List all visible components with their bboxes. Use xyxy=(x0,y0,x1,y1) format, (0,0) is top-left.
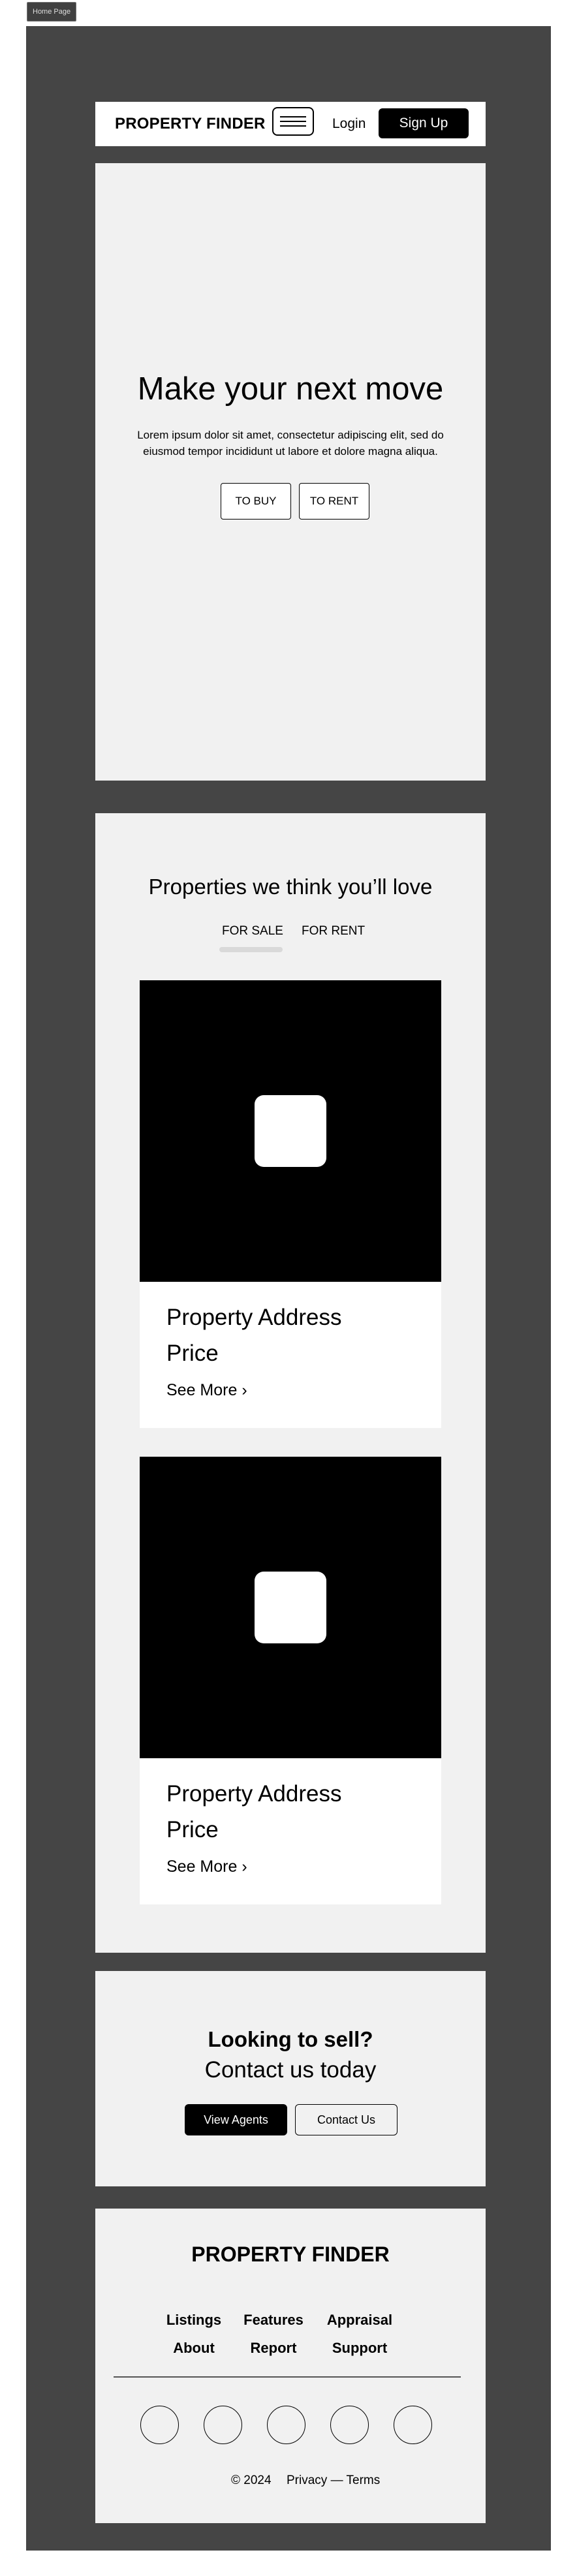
footer-link-listings[interactable]: Listings xyxy=(155,2312,233,2329)
to-rent-button[interactable]: TO RENT xyxy=(299,483,369,520)
property-card[interactable]: Property Address Price See More › xyxy=(140,980,441,1428)
logo[interactable]: PROPERTY FINDER xyxy=(115,115,266,133)
sell-section: Looking to sell? Contact us today View A… xyxy=(95,1971,486,2186)
signup-button[interactable]: Sign Up xyxy=(379,108,469,138)
menu-line xyxy=(280,121,306,122)
properties-title: Properties we think you’ll love xyxy=(148,875,433,899)
to-buy-button[interactable]: TO BUY xyxy=(221,483,291,520)
hamburger-menu-icon[interactable] xyxy=(272,107,314,136)
see-more-link[interactable]: See More › xyxy=(166,1381,247,1400)
site-footer: PROPERTY FINDER Listings Features Apprai… xyxy=(95,2209,486,2523)
social-icon[interactable] xyxy=(330,2406,369,2444)
view-agents-button[interactable]: View Agents xyxy=(185,2104,287,2135)
copyright: © 2024 xyxy=(231,2474,272,2487)
property-address: Property Address xyxy=(166,1305,342,1330)
menu-line xyxy=(280,116,306,117)
property-address: Property Address xyxy=(166,1781,342,1807)
image-placeholder-icon xyxy=(255,1095,326,1167)
sell-subtitle: Contact us today xyxy=(204,2057,377,2083)
site-header: PROPERTY FINDER Login Sign Up xyxy=(95,102,486,146)
property-price: Price xyxy=(166,1817,219,1842)
footer-link-appraisal[interactable]: Appraisal xyxy=(320,2312,399,2329)
page-tag: Home Page xyxy=(27,2,77,22)
footer-link-report[interactable]: Report xyxy=(234,2340,313,2357)
property-image[interactable] xyxy=(140,1457,441,1758)
property-price: Price xyxy=(166,1341,219,1366)
contact-us-button[interactable]: Contact Us xyxy=(295,2104,398,2135)
hero-section: Make your next move Lorem ipsum dolor si… xyxy=(95,163,486,781)
image-placeholder-icon xyxy=(255,1572,326,1643)
legal-links[interactable]: Privacy — Terms xyxy=(287,2474,380,2488)
social-icon[interactable] xyxy=(394,2406,432,2444)
see-more-link[interactable]: See More › xyxy=(166,1857,247,1876)
social-icon[interactable] xyxy=(204,2406,242,2444)
property-card[interactable]: Property Address Price See More › xyxy=(140,1457,441,1904)
tab-for-rent[interactable]: FOR RENT xyxy=(302,924,365,939)
property-image[interactable] xyxy=(140,980,441,1282)
hero-text: Lorem ipsum dolor sit amet, consectetur … xyxy=(137,429,444,458)
footer-link-features[interactable]: Features xyxy=(234,2312,313,2329)
hero-title: Make your next move xyxy=(137,371,444,407)
menu-line xyxy=(280,125,306,127)
footer-link-about[interactable]: About xyxy=(155,2340,233,2357)
login-link[interactable]: Login xyxy=(332,116,366,132)
active-tab-indicator xyxy=(219,947,283,952)
properties-section: Properties we think you’ll love FOR SALE… xyxy=(95,813,486,1953)
sell-title: Looking to sell? xyxy=(208,2027,373,2051)
footer-divider xyxy=(114,2376,461,2378)
social-icon[interactable] xyxy=(267,2406,305,2444)
footer-link-support[interactable]: Support xyxy=(320,2340,399,2357)
footer-logo[interactable]: PROPERTY FINDER xyxy=(95,2242,486,2267)
social-icon[interactable] xyxy=(140,2406,179,2444)
tab-for-sale[interactable]: FOR SALE xyxy=(222,924,283,939)
